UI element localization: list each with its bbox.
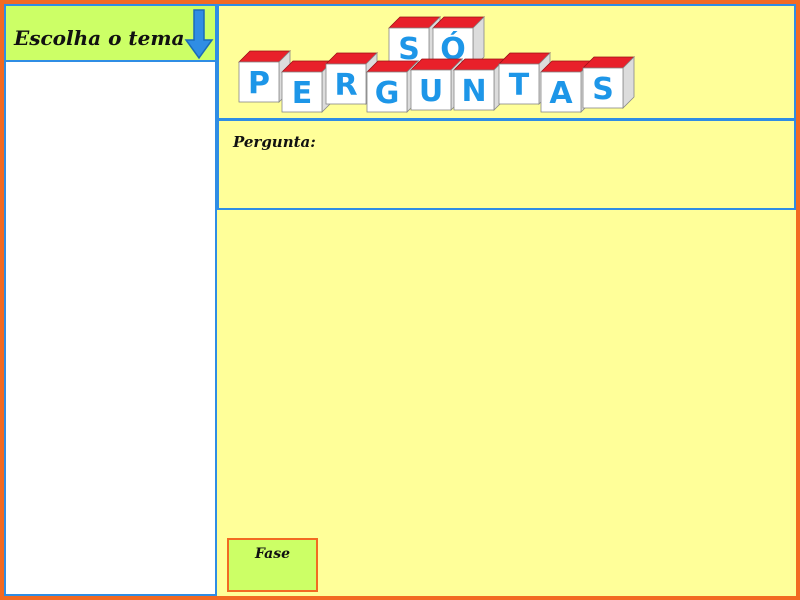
choose-theme-label: Escolha o tema bbox=[14, 26, 185, 50]
phase-label: Fase bbox=[254, 546, 291, 562]
question-label: Pergunta: bbox=[233, 133, 316, 151]
logo-block-bottom-8: S bbox=[582, 56, 635, 109]
logo-letter: U bbox=[419, 74, 443, 109]
so-perguntas-logo: S ÓP E R G U N T A S bbox=[238, 16, 635, 113]
logo-letter: S bbox=[592, 72, 614, 107]
logo-letter: N bbox=[461, 74, 486, 109]
logo-block-bottom-3: G bbox=[366, 60, 419, 113]
theme-sidebar: Escolha o tema bbox=[4, 4, 217, 596]
logo-letter: T bbox=[509, 68, 530, 103]
theme-list bbox=[6, 62, 215, 594]
answers-area bbox=[218, 212, 794, 532]
logo-letter: P bbox=[248, 66, 270, 101]
logo-letter: E bbox=[292, 76, 313, 111]
choose-theme-dropdown[interactable]: Escolha o tema bbox=[6, 6, 215, 62]
question-panel: Pergunta: bbox=[217, 119, 796, 210]
arrow-down-icon[interactable] bbox=[184, 8, 214, 60]
logo-letter: R bbox=[334, 68, 357, 103]
phase-button[interactable]: Fase bbox=[227, 538, 318, 592]
logo-block-bottom-5: N bbox=[453, 58, 506, 111]
logo-letter: A bbox=[549, 76, 573, 111]
logo-block-bottom-1: E bbox=[281, 60, 334, 113]
title-banner: SÓPERGUNTAS bbox=[217, 4, 796, 120]
logo-letter: G bbox=[375, 76, 400, 111]
